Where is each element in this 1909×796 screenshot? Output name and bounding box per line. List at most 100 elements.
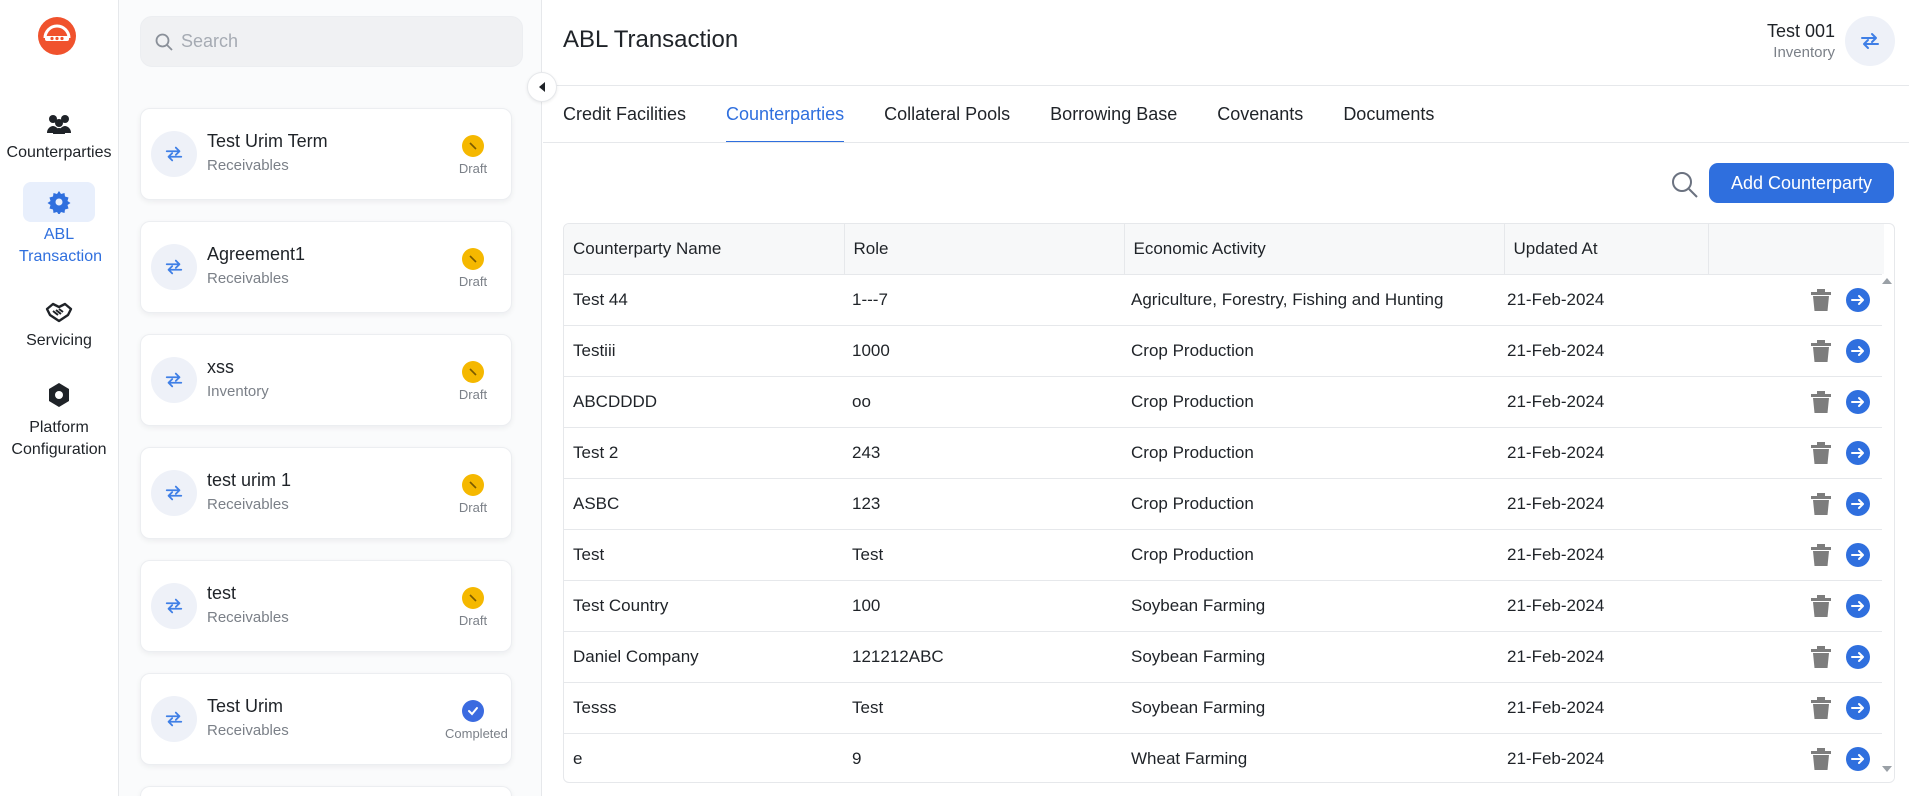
swap-arrows-icon xyxy=(1861,33,1879,49)
trash-icon[interactable] xyxy=(1810,696,1832,720)
cell-role: Test xyxy=(844,682,1124,734)
status-dot xyxy=(462,361,484,383)
table-row[interactable]: ASBC 123 Crop Production 21-Feb-2024 xyxy=(564,478,1884,530)
transaction-card[interactable]: Agreement1 Receivables Draft xyxy=(140,221,512,313)
nav-item-platform-configuration[interactable]: Platform Configuration xyxy=(0,375,118,461)
search-bar[interactable] xyxy=(140,16,523,67)
trash-icon[interactable] xyxy=(1810,288,1832,312)
tab-credit-facilities[interactable]: Credit Facilities xyxy=(563,86,686,143)
status-dot xyxy=(462,474,484,496)
tab-counterparties[interactable]: Counterparties xyxy=(726,86,845,143)
row-actions xyxy=(1717,542,1884,567)
arrow-right-icon[interactable] xyxy=(1846,593,1870,618)
cell-actions xyxy=(1708,580,1884,632)
card-subtitle: Receivables xyxy=(207,157,289,174)
tab-borrowing-base[interactable]: Borrowing Base xyxy=(1050,86,1177,143)
tab-collateral-pools[interactable]: Collateral Pools xyxy=(884,86,1010,143)
cell-updated-at: 21-Feb-2024 xyxy=(1504,376,1708,428)
row-actions xyxy=(1717,644,1884,669)
table-row[interactable]: e 9 Wheat Farming 21-Feb-2024 xyxy=(564,733,1884,782)
trash-icon[interactable] xyxy=(1810,339,1832,363)
column-header-counterparty-name[interactable]: Counterparty Name xyxy=(564,224,845,275)
cell-counterparty-name: ASBC xyxy=(564,478,844,530)
cell-counterparty-name: Test xyxy=(564,529,844,581)
column-header-economic-activity[interactable]: Economic Activity xyxy=(1124,224,1505,275)
trash-icon[interactable] xyxy=(1810,390,1832,414)
gear-icon xyxy=(47,191,71,214)
transaction-card[interactable]: Test Urim Term Receivables Draft xyxy=(140,108,512,200)
trash-icon[interactable] xyxy=(1810,747,1832,771)
arrow-right-icon[interactable] xyxy=(1846,746,1870,771)
cell-role: 121212ABC xyxy=(844,631,1124,683)
scroll-down-icon[interactable] xyxy=(1882,766,1892,772)
transaction-card[interactable]: xss Inventory Draft xyxy=(140,334,512,426)
cell-role: 100 xyxy=(844,580,1124,632)
nav-icon-wrap xyxy=(23,104,95,144)
arrow-right-icon[interactable] xyxy=(1846,389,1870,414)
trash-icon[interactable] xyxy=(1810,441,1832,465)
arrow-right-icon[interactable] xyxy=(1846,644,1870,669)
table-row[interactable]: Test Test Crop Production 21-Feb-2024 xyxy=(564,529,1884,581)
arrow-right-icon[interactable] xyxy=(1846,542,1870,567)
status-badge: Completed xyxy=(445,700,508,741)
cell-actions xyxy=(1708,274,1884,326)
trash-icon[interactable] xyxy=(1810,492,1832,516)
brand-logo-icon[interactable] xyxy=(37,16,77,56)
tab-covenants[interactable]: Covenants xyxy=(1217,86,1303,143)
trash-icon[interactable] xyxy=(1810,645,1832,669)
trash-icon[interactable] xyxy=(1810,594,1832,618)
card-avatar xyxy=(151,244,197,290)
transaction-card[interactable]: Test Urim Receivables Completed xyxy=(140,673,512,765)
tab-documents[interactable]: Documents xyxy=(1343,86,1434,143)
cell-counterparty-name: Daniel Company xyxy=(564,631,844,683)
collapse-panel-button[interactable] xyxy=(527,72,557,102)
status-label: Draft xyxy=(458,161,488,176)
tab-bar: Credit Facilities Counterparties Collatera… xyxy=(563,86,1474,143)
arrow-right-icon[interactable] xyxy=(1846,338,1870,363)
nav-item-servicing[interactable]: Servicing xyxy=(0,292,118,352)
cell-role: oo xyxy=(844,376,1124,428)
card-title: test urim 1 xyxy=(207,470,292,490)
transaction-card[interactable]: test Receivables Draft xyxy=(140,560,512,652)
column-header-role[interactable]: Role xyxy=(844,224,1125,275)
table-search-button[interactable] xyxy=(1670,170,1700,200)
scroll-up-icon[interactable] xyxy=(1882,278,1892,284)
nav-label: Platform Configuration xyxy=(11,419,107,458)
column-header-actions xyxy=(1708,224,1884,275)
table-row[interactable]: Daniel Company 121212ABC Soybean Farming 21… xyxy=(564,631,1884,683)
table-row[interactable]: ABCDDDD oo Crop Production 21-Feb-2024 xyxy=(564,376,1884,428)
cell-economic-activity: Soybean Farming xyxy=(1124,580,1504,632)
table-row[interactable]: Tesss Test Soybean Farming 21-Feb-2024 xyxy=(564,682,1884,734)
add-counterparty-button[interactable]: Add Counterparty xyxy=(1709,163,1894,203)
transaction-card[interactable] xyxy=(140,786,512,796)
search-input[interactable] xyxy=(181,31,501,52)
cell-economic-activity: Crop Production xyxy=(1124,325,1504,377)
table-row[interactable]: Testiii 1000 Crop Production 21-Feb-2024 xyxy=(564,325,1884,377)
swap-arrows-icon xyxy=(165,146,183,162)
page-header: ABL Transaction Test 001 Inventory xyxy=(543,0,1909,86)
avatar[interactable] xyxy=(1845,16,1895,66)
card-subtitle: Receivables xyxy=(207,722,289,739)
user-role: Inventory xyxy=(1773,44,1835,61)
arrow-right-icon[interactable] xyxy=(1846,287,1870,312)
cell-counterparty-name: Test 44 xyxy=(564,274,844,326)
arrow-right-icon[interactable] xyxy=(1846,440,1870,465)
arrow-right-icon[interactable] xyxy=(1846,491,1870,516)
table-row[interactable]: Test 44 1---7 Agriculture, Forestry, Fishi… xyxy=(564,274,1884,326)
row-actions xyxy=(1717,389,1884,414)
card-avatar xyxy=(151,583,197,629)
swap-arrows-icon xyxy=(165,598,183,614)
trash-icon[interactable] xyxy=(1810,543,1832,567)
arrow-right-icon[interactable] xyxy=(1846,695,1870,720)
card-avatar xyxy=(151,470,197,516)
column-header-updated-at[interactable]: Updated At xyxy=(1504,224,1709,275)
table-row[interactable]: Test Country 100 Soybean Farming 21-Feb-202… xyxy=(564,580,1884,632)
nav-item-counterparties[interactable]: Counterparties xyxy=(0,104,118,164)
table-row[interactable]: Test 2 243 Crop Production 21-Feb-2024 xyxy=(564,427,1884,479)
nav-item-abl-transaction[interactable]: ABL Transaction xyxy=(0,182,118,268)
table-scrollbar[interactable] xyxy=(1882,274,1894,782)
chevron-left-icon xyxy=(539,82,545,92)
cell-role: Test xyxy=(844,529,1124,581)
user-menu[interactable]: Test 001 Inventory xyxy=(1767,16,1895,66)
transaction-card[interactable]: test urim 1 Receivables Draft xyxy=(140,447,512,539)
